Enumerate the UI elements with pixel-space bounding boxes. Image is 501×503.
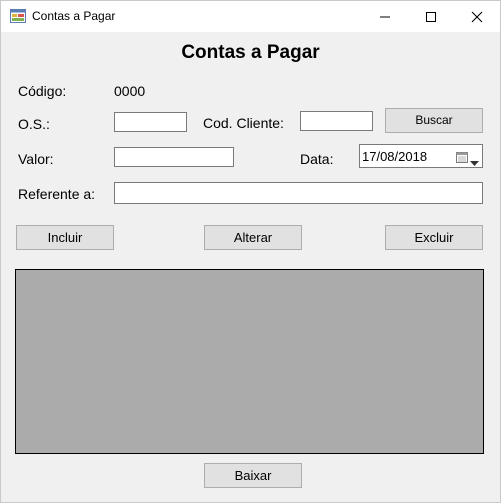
referente-label: Referente a: [18,186,96,202]
referente-input[interactable] [114,182,483,204]
buscar-button[interactable]: Buscar [385,108,483,133]
chevron-down-icon[interactable] [470,154,479,172]
baixar-button[interactable]: Baixar [204,463,302,488]
cod-cliente-input[interactable] [300,111,373,131]
minimize-button[interactable] [362,1,408,32]
maximize-button[interactable] [408,1,454,32]
os-input[interactable] [114,112,187,132]
window-title: Contas a Pagar [32,9,116,23]
cod-cliente-label: Cod. Cliente: [203,115,284,131]
main-window: Contas a Pagar Contas a Pagar Código: 00… [0,0,501,503]
codigo-value: 0000 [114,83,146,99]
codigo-label: Código: [18,83,67,99]
date-picker[interactable]: 17/08/2018 [359,144,483,168]
close-button[interactable] [454,1,500,32]
minimize-icon [380,16,390,18]
data-label: Data: [300,151,334,167]
form-app-icon [10,9,26,23]
valor-label: Valor: [18,151,54,167]
alterar-button[interactable]: Alterar [204,225,302,250]
excluir-button[interactable]: Excluir [385,225,483,250]
form-heading: Contas a Pagar [181,42,320,63]
close-icon [471,11,483,23]
incluir-button[interactable]: Incluir [16,225,114,250]
os-label: O.S.: [18,116,50,132]
valor-input[interactable] [114,147,234,167]
title-bar[interactable]: Contas a Pagar [1,1,500,32]
data-grid[interactable] [15,269,484,454]
date-value: 17/08/2018 [362,149,428,164]
calendar-icon [456,150,468,168]
maximize-icon [426,12,436,22]
